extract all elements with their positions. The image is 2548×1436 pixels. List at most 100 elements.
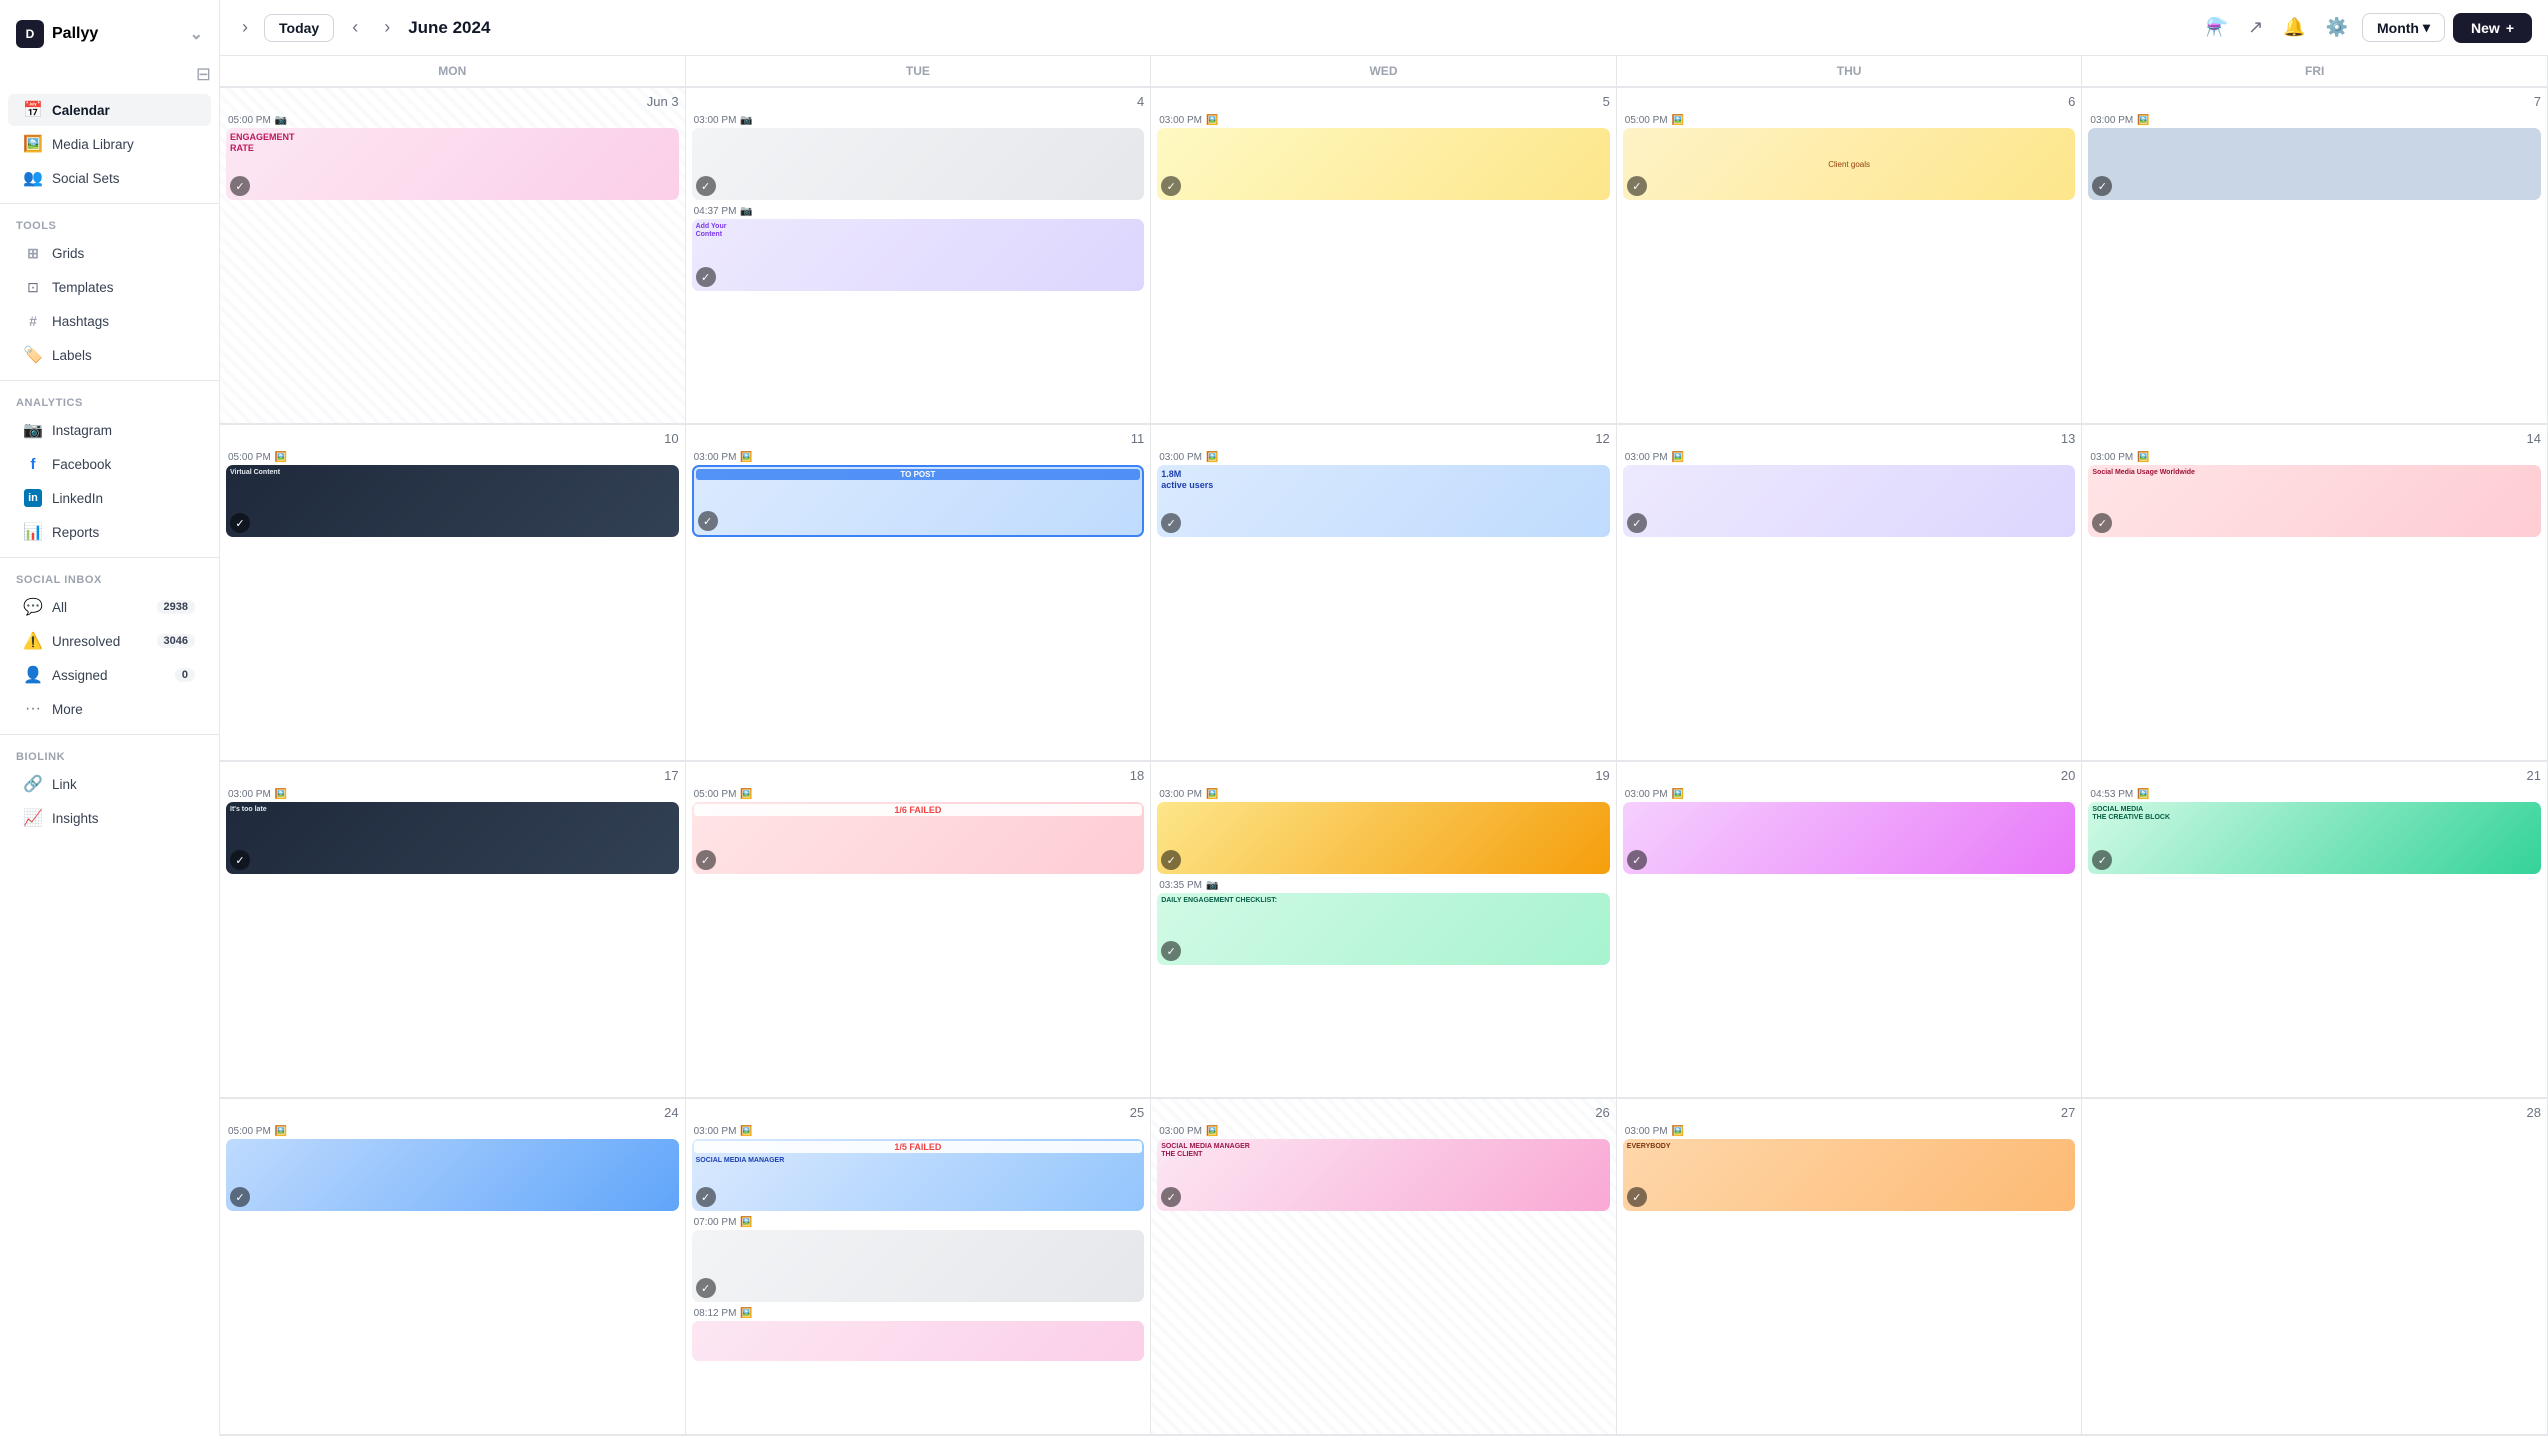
filter-button[interactable]: ⚗️ — [2200, 11, 2234, 44]
sidebar-item-hashtags[interactable]: # Hashtags — [8, 305, 211, 337]
sidebar-item-linkedin[interactable]: in LinkedIn — [8, 482, 211, 514]
sidebar-label-more: More — [52, 702, 83, 717]
app-logo[interactable]: D Pallyy ⌄ — [0, 12, 219, 64]
post-image: Virtual Content ✓ — [226, 465, 679, 537]
post-card[interactable]: 08:12 PM🖼️ — [692, 1308, 1145, 1361]
day-17[interactable]: 17 03:00 PM🖼️ It's too late ✓ — [220, 762, 686, 1098]
day-5[interactable]: 5 03:00 PM🖼️ ✓ — [1151, 88, 1617, 424]
sidebar-toggle-button[interactable]: › — [236, 11, 254, 44]
day-4[interactable]: 4 03:00 PM📷 ✓ 04:37 PM📷 Add YourContent … — [686, 88, 1152, 424]
settings-button[interactable]: ⚙️ — [2320, 11, 2354, 44]
post-card[interactable]: 03:00 PM🖼️ ✓ — [1157, 789, 1610, 874]
day-25[interactable]: 25 03:00 PM🖼️ 1/5 FAILED SOCIAL MEDIA MA… — [686, 1099, 1152, 1435]
sidebar-item-assigned[interactable]: 👤 Assigned 0 — [8, 659, 211, 691]
day-21[interactable]: 21 04:53 PM🖼️ SOCIAL MEDIATHE CREATIVE B… — [2082, 762, 2548, 1098]
post-card[interactable]: 03:00 PM🖼️ ✓ — [1623, 789, 2076, 874]
share-button[interactable]: ↗ — [2242, 11, 2269, 44]
sidebar-item-more[interactable]: ··· More — [8, 693, 211, 725]
post-label: 1.8Mactive users — [1161, 469, 1606, 491]
sidebar-item-templates[interactable]: ⊡ Templates — [8, 271, 211, 303]
sidebar-item-media-library[interactable]: 🖼️ Media Library — [8, 128, 211, 160]
check-badge: ✓ — [1161, 1187, 1181, 1207]
prev-month-button[interactable]: ‹ — [344, 13, 366, 42]
post-card[interactable]: 03:00 PM🖼️ SOCIAL MEDIA MANAGERTHE CLIEN… — [1157, 1126, 1610, 1211]
sidebar-item-labels[interactable]: 🏷️ Labels — [8, 339, 211, 371]
post-image — [692, 1321, 1145, 1361]
post-card[interactable]: 03:00 PM🖼️ ✓ — [1623, 452, 2076, 537]
post-card[interactable]: 05:00 PM🖼️ Client goals ✓ — [1623, 115, 2076, 200]
layout-toggle-icon[interactable]: ⊟ — [196, 64, 211, 85]
day-24[interactable]: 24 05:00 PM🖼️ ✓ — [220, 1099, 686, 1435]
post-card[interactable]: 03:00 PM🖼️ ✓ — [1157, 115, 1610, 200]
post-card[interactable]: 03:35 PM📷 DAILY ENGAGEMENT CHECKLIST: ✓ — [1157, 880, 1610, 965]
day-27[interactable]: 27 03:00 PM🖼️ EVERYBODY ✓ — [1617, 1099, 2083, 1435]
sidebar-item-facebook[interactable]: f Facebook — [8, 448, 211, 480]
templates-icon: ⊡ — [24, 278, 42, 296]
post-card[interactable]: 04:37 PM📷 Add YourContent ✓ — [692, 206, 1145, 291]
sidebar-item-link[interactable]: 🔗 Link — [8, 768, 211, 800]
day-10[interactable]: 10 05:00 PM🖼️ Virtual Content ✓ — [220, 425, 686, 761]
logo-chevron[interactable]: ⌄ — [190, 24, 203, 44]
day-6[interactable]: 6 05:00 PM🖼️ Client goals ✓ — [1617, 88, 2083, 424]
day-20[interactable]: 20 03:00 PM🖼️ ✓ — [1617, 762, 2083, 1098]
check-badge: ✓ — [1161, 176, 1181, 196]
month-view-button[interactable]: Month ▾ — [2362, 13, 2445, 42]
today-button[interactable]: Today — [264, 14, 334, 42]
sidebar-item-social-sets[interactable]: 👥 Social Sets — [8, 162, 211, 194]
post-card[interactable]: 03:00 PM🖼️ ✓ — [2088, 115, 2541, 200]
check-badge: ✓ — [2092, 176, 2112, 196]
post-card[interactable]: 03:00 PM📷 ✓ — [692, 115, 1145, 200]
sidebar-item-instagram[interactable]: 📷 Instagram — [8, 414, 211, 446]
sidebar-label-hashtags: Hashtags — [52, 314, 109, 329]
day-14[interactable]: 14 03:00 PM🖼️ Social Media Usage Worldwi… — [2082, 425, 2548, 761]
post-label: SOCIAL MEDIA MANAGER — [696, 1157, 1141, 1165]
post-image: TO POST ✓ — [692, 465, 1145, 537]
sidebar-item-reports[interactable]: 📊 Reports — [8, 516, 211, 548]
check-badge: ✓ — [1627, 1187, 1647, 1207]
post-card[interactable]: 05:00 PM🖼️ ✓ — [226, 1126, 679, 1211]
check-badge: ✓ — [696, 1278, 716, 1298]
divider-2 — [0, 380, 219, 381]
failed-banner: 1/6 FAILED — [694, 804, 1143, 816]
post-card[interactable]: 05:00 PM📷 ENGAGEMENTRATE ✓ — [226, 115, 679, 200]
sidebar-item-unresolved[interactable]: ⚠️ Unresolved 3046 — [8, 625, 211, 657]
post-card[interactable]: 07:00 PM🖼️ ✓ — [692, 1217, 1145, 1302]
day-11[interactable]: 11 03:00 PM🖼️ TO POST ✓ — [686, 425, 1152, 761]
next-month-button[interactable]: › — [376, 13, 398, 42]
post-card[interactable]: 03:00 PM🖼️ Social Media Usage Worldwide … — [2088, 452, 2541, 537]
day-7[interactable]: 7 03:00 PM🖼️ ✓ — [2082, 88, 2548, 424]
post-card[interactable]: 04:53 PM🖼️ SOCIAL MEDIATHE CREATIVE BLOC… — [2088, 789, 2541, 874]
post-card[interactable]: 03:00 PM🖼️ TO POST ✓ — [692, 452, 1145, 537]
post-time: 07:00 PM🖼️ — [692, 1217, 1145, 1228]
post-image: ✓ — [1623, 465, 2076, 537]
sidebar-item-all[interactable]: 💬 All 2938 — [8, 591, 211, 623]
post-image: ✓ — [226, 1139, 679, 1211]
post-card[interactable]: 03:00 PM🖼️ EVERYBODY ✓ — [1623, 1126, 2076, 1211]
post-card[interactable]: 03:00 PM🖼️ 1.8Mactive users ✓ — [1157, 452, 1610, 537]
post-card[interactable]: 05:00 PM🖼️ Virtual Content ✓ — [226, 452, 679, 537]
day-jun3[interactable]: Jun 3 05:00 PM📷 ENGAGEMENTRATE ✓ — [220, 88, 686, 424]
check-badge: ✓ — [696, 850, 716, 870]
post-card[interactable]: 05:00 PM🖼️ 1/6 FAILED ✓ — [692, 789, 1145, 874]
sidebar-item-insights[interactable]: 📈 Insights — [8, 802, 211, 834]
day-28[interactable]: 28 — [2082, 1099, 2548, 1435]
sidebar-item-grids[interactable]: ⊞ Grids — [8, 237, 211, 269]
day-26[interactable]: 26 03:00 PM🖼️ SOCIAL MEDIA MANAGERTHE CL… — [1151, 1099, 1617, 1435]
notifications-button[interactable]: 🔔 — [2277, 11, 2311, 44]
sidebar-item-calendar[interactable]: 📅 Calendar — [8, 94, 211, 126]
day-18[interactable]: 18 05:00 PM🖼️ 1/6 FAILED ✓ — [686, 762, 1152, 1098]
biolink-section-label: Biolink — [0, 743, 219, 767]
day-num-21: 21 — [2088, 768, 2541, 783]
sidebar-collapse-btn[interactable]: ⊟ — [0, 64, 219, 93]
header-tue: TUE — [686, 56, 1152, 87]
check-badge: ✓ — [1627, 513, 1647, 533]
post-image: SOCIAL MEDIA MANAGERTHE CLIENT ✓ — [1157, 1139, 1610, 1211]
day-13[interactable]: 13 03:00 PM🖼️ ✓ — [1617, 425, 2083, 761]
day-19[interactable]: 19 03:00 PM🖼️ ✓ 03:35 PM📷 DAILY ENGAGEME… — [1151, 762, 1617, 1098]
post-card[interactable]: 03:00 PM🖼️ It's too late ✓ — [226, 789, 679, 874]
check-badge: ✓ — [230, 1187, 250, 1207]
post-card[interactable]: 03:00 PM🖼️ 1/5 FAILED SOCIAL MEDIA MANAG… — [692, 1126, 1145, 1211]
day-12[interactable]: 12 03:00 PM🖼️ 1.8Mactive users ✓ — [1151, 425, 1617, 761]
new-post-button[interactable]: New + — [2453, 13, 2532, 43]
check-badge: ✓ — [1161, 941, 1181, 961]
